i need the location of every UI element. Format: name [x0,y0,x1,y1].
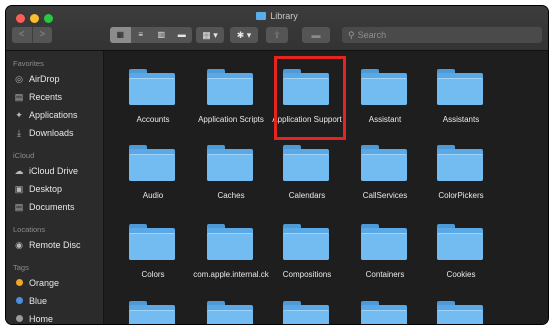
column-view-button[interactable]: ▥ [151,27,172,43]
group-by-menu[interactable]: ▦ ▾ [196,27,224,43]
cloud-icon: ☁ [14,166,24,176]
toolbar: Library < > ▦ ≡ ▥ ▬ ▦ ▾ ✱ ▾ ⇪ ▬ ⚲ [6,6,548,51]
folder-label: Calendars [288,191,326,200]
icon-view-button[interactable]: ▦ [110,27,131,43]
folder-icon [256,12,267,20]
folder-label: Assistant [368,115,402,124]
sidebar-item-remote-disc[interactable]: ◉ Remote Disc [14,237,99,253]
sidebar-item-tag-blue[interactable]: Blue [14,293,99,309]
folder-icon [129,301,175,324]
folder-icon [361,69,407,105]
window-title: Library [6,9,548,23]
sidebar-item-label: iCloud Drive [29,166,79,176]
sidebar-section-favorites: Favorites [13,59,44,68]
folder-icon [129,145,175,181]
folder-icon [437,145,483,181]
sidebar-item-label: Downloads [29,128,74,138]
folder-icon [283,301,329,324]
sidebar-item-label: Home [29,314,54,324]
folder-icon [437,301,483,324]
folder-icon [207,145,253,181]
gray-tag-icon [16,315,23,322]
documents-icon: ▤ [14,202,24,212]
sidebar: Favorites ◎ AirDrop ▤ Recents ✦ Application… [6,51,104,324]
folder-label: Application Scripts [198,115,264,124]
folder-icon [283,224,329,260]
search-icon: ⚲ [348,29,355,40]
folder-icon [207,224,253,260]
sidebar-section-icloud: iCloud [13,151,35,160]
folder-label: ColorPickers [438,191,484,200]
view-mode-buttons: ▦ ≡ ▥ ▬ [110,27,192,43]
folder-label: Accounts [136,115,170,124]
folder-icon [283,145,329,181]
tag-button[interactable]: ▬ [302,27,330,43]
folder-label: Colors [141,270,165,279]
sidebar-item-icloud-drive[interactable]: ☁ iCloud Drive [14,163,99,179]
folder-icon [361,145,407,181]
sidebar-item-documents[interactable]: ▤ Documents [14,199,99,215]
folder-grid: Accounts Application Scripts Application… [104,51,548,324]
sidebar-item-label: Blue [29,296,48,306]
folder-label: Compositions [282,270,332,279]
folder-icon [283,69,329,105]
gallery-view-button[interactable]: ▬ [172,27,193,43]
sidebar-item-desktop[interactable]: ▣ Desktop [14,181,99,197]
sidebar-item-label: Desktop [29,184,63,194]
sidebar-item-label: Recents [29,92,63,102]
sidebar-item-downloads[interactable]: ⤓ Downloads [14,125,99,141]
folder-label: Caches [217,191,245,200]
sidebar-item-applications[interactable]: ✦ Applications [14,107,99,123]
downloads-icon: ⤓ [17,128,21,138]
folder-icon [361,224,407,260]
recents-icon: ▤ [14,92,24,102]
airdrop-icon: ◎ [15,74,23,84]
disc-icon: ◉ [15,240,23,250]
folder-icon [207,301,253,324]
sidebar-item-label: AirDrop [29,74,60,84]
sidebar-item-airdrop[interactable]: ◎ AirDrop [14,71,99,87]
folder-label: Assistants [442,115,480,124]
sidebar-item-label: Remote Disc [29,240,81,250]
share-button[interactable]: ⇪ [266,27,288,43]
sidebar-item-label: Documents [29,202,75,212]
finder-window: Library < > ▦ ≡ ▥ ▬ ▦ ▾ ✱ ▾ ⇪ ▬ ⚲ Favori… [6,6,548,324]
sidebar-item-tag-home[interactable]: Home [14,311,99,324]
folder-label: com.apple.internal.ck [193,270,269,279]
sidebar-item-label: Applications [29,110,78,120]
action-menu[interactable]: ✱ ▾ [230,27,258,43]
folder-icon [129,69,175,105]
back-forward-buttons: < > [12,27,52,43]
folder-label: CallServices [362,191,408,200]
folder-icon [361,301,407,324]
folder-label: Application Support [272,115,342,124]
sidebar-item-label: Orange [29,278,60,288]
forward-button[interactable]: > [31,27,53,43]
sidebar-item-tag-orange[interactable]: Orange [14,275,99,291]
desktop-icon: ▣ [14,184,24,194]
sidebar-section-tags: Tags [13,263,29,272]
folder-label: Cookies [446,270,476,279]
search-field[interactable]: ⚲ [342,27,542,43]
folder-label: Containers [365,270,405,279]
back-button[interactable]: < [12,27,32,43]
search-input[interactable] [357,30,518,40]
folder-icon [437,69,483,105]
sidebar-section-locations: Locations [13,225,46,234]
folder-icon [437,224,483,260]
window-title-text: Library [270,11,298,21]
blue-tag-icon [16,297,23,304]
sidebar-item-recents[interactable]: ▤ Recents [14,89,99,105]
applications-icon: ✦ [15,110,23,120]
list-view-button[interactable]: ≡ [131,27,152,43]
folder-label: Audio [142,191,164,200]
folder-icon [207,69,253,105]
orange-tag-icon [16,279,23,286]
folder-icon [129,224,175,260]
